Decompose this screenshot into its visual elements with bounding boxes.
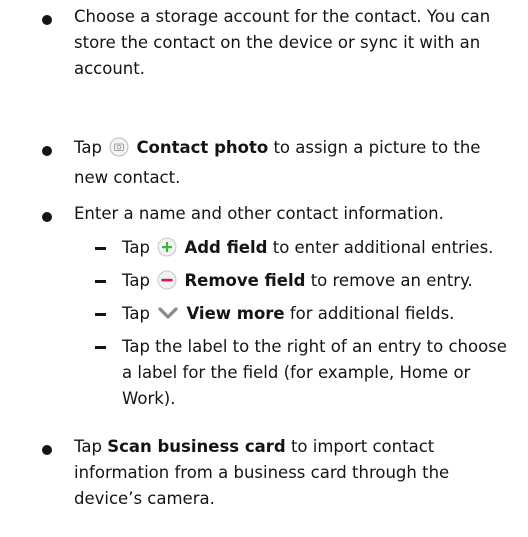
item-text: to enter additional entries. [272,238,494,257]
dash-marker [95,280,106,283]
list-item: Tap Scan business card to import contact… [74,434,519,512]
list-item: Enter a name and other contact informati… [74,204,444,223]
sub-list-item: Tap Remove field to remove an entry. [122,268,522,298]
item-bold-label: Remove field [184,271,306,290]
bullet-dot [42,146,52,156]
item-bold-label: Add field [184,238,268,257]
minus-circle-icon [157,270,177,298]
bullet-dot [42,212,52,222]
camera-circle-icon [109,137,129,165]
list-item: Choose a storage account for the contact… [74,7,491,78]
bullet-dot [42,15,52,25]
item-bold-label: Contact photo [136,138,269,157]
chevron-down-icon [157,303,179,331]
item-text: to assign a picture to the new contact. [74,138,481,187]
item-text: Tap [74,138,102,157]
instruction-list: Choose a storage account for the contact… [0,0,528,537]
dash-marker [95,247,106,250]
item-bold-label: Scan business card [107,437,286,456]
sub-list-item: Tap View more for additional fields. [122,301,522,331]
item-text: Tap [122,238,150,257]
item-text: Tap [122,271,150,290]
dash-marker [95,346,106,349]
item-text: to remove an entry. [310,271,473,290]
item-bold-label: View more [186,304,285,323]
item-text: Tap [122,304,150,323]
item-text: for additional fields. [289,304,455,323]
plus-circle-icon [157,237,177,265]
item-text: Tap [74,437,102,456]
sub-list-item: Tap Add field to enter additional entrie… [122,235,522,265]
sub-list-item: Tap the label to the right of an entry t… [122,337,507,408]
bullet-dot [42,445,52,455]
dash-marker [95,313,106,316]
list-item: Tap Contact photo to assign a picture to… [74,135,519,191]
